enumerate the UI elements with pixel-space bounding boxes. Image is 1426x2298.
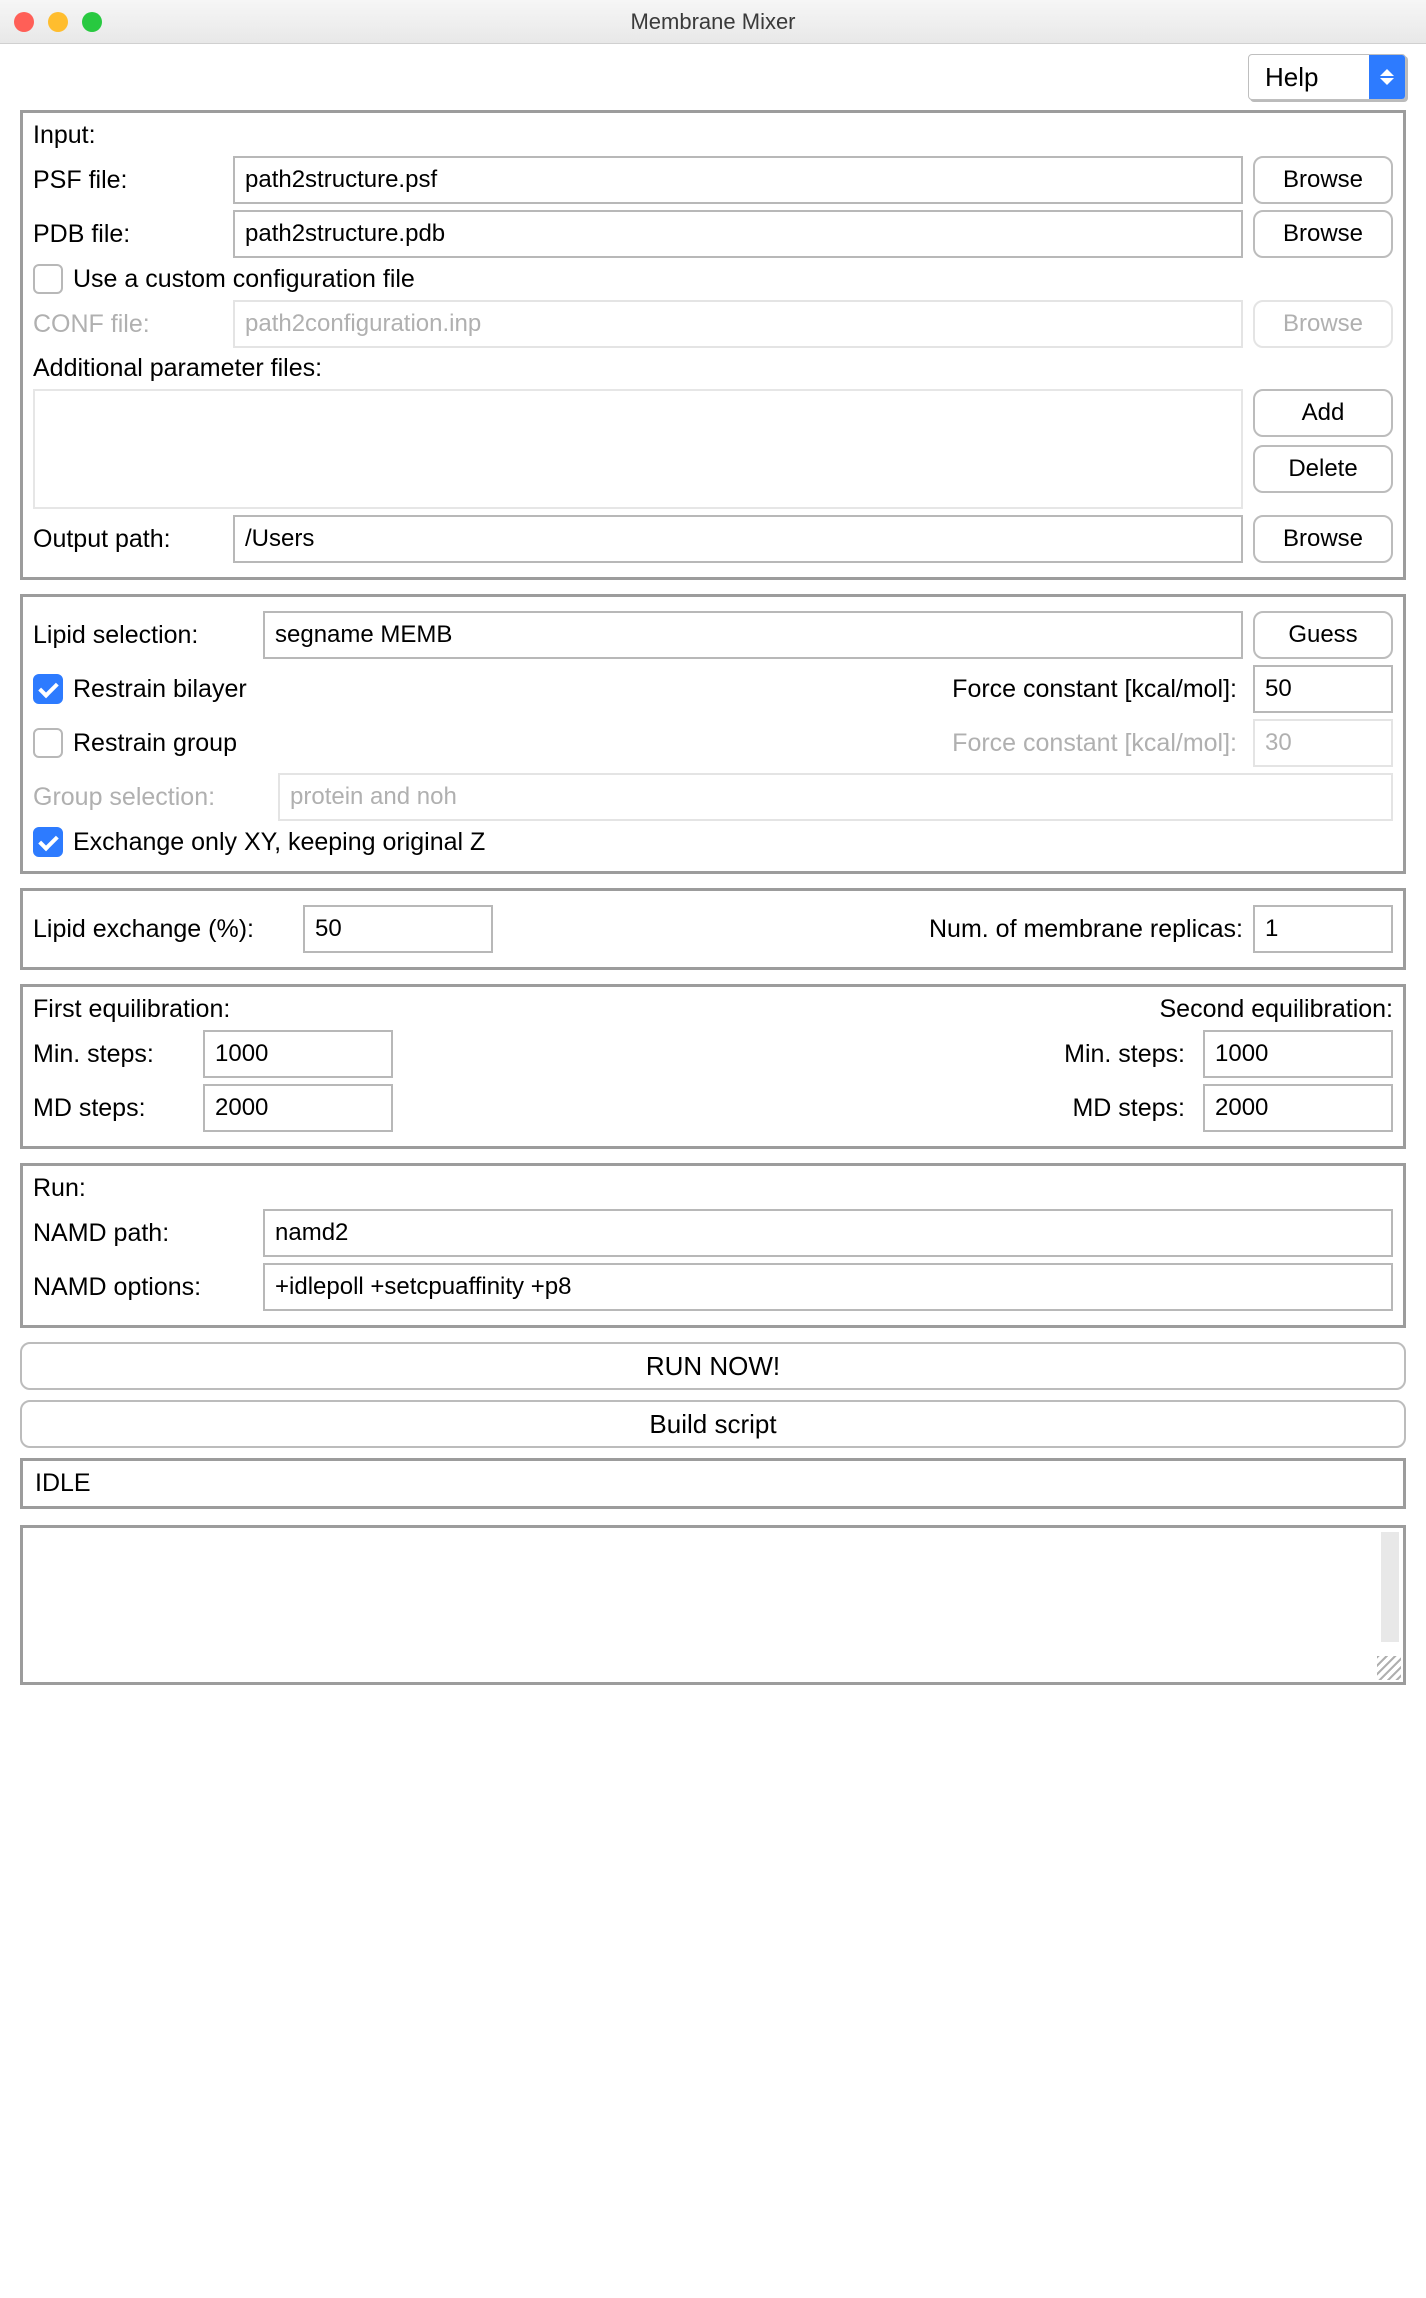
second-md-input[interactable]: [1203, 1084, 1393, 1132]
psf-browse-button[interactable]: Browse: [1253, 156, 1393, 204]
fc-bilayer-label: Force constant [kcal/mol]:: [952, 675, 1237, 704]
add-button[interactable]: Add: [1253, 389, 1393, 437]
pdb-label: PDB file:: [33, 220, 223, 249]
scrollbar-icon[interactable]: [1381, 1532, 1399, 1642]
status-text: IDLE: [35, 1469, 91, 1497]
resize-grip-icon[interactable]: [1377, 1656, 1401, 1680]
first-md-label: MD steps:: [33, 1094, 193, 1123]
zoom-icon[interactable]: [82, 12, 102, 32]
fc-group-label: Force constant [kcal/mol]:: [952, 729, 1237, 758]
replicas-label: Num. of membrane replicas:: [929, 915, 1243, 944]
group-sel-label: Group selection:: [33, 783, 268, 812]
psf-label: PSF file:: [33, 166, 223, 195]
first-md-input[interactable]: [203, 1084, 393, 1132]
minimize-icon[interactable]: [48, 12, 68, 32]
fc-group-input: [1253, 719, 1393, 767]
group-sel-input: [278, 773, 1393, 821]
output-path-label: Output path:: [33, 525, 223, 554]
input-panel: Input: PSF file: Browse PDB file: Browse…: [20, 110, 1406, 580]
lipid-exchange-input[interactable]: [303, 905, 493, 953]
chevron-updown-icon: [1369, 55, 1405, 99]
output-browse-button[interactable]: Browse: [1253, 515, 1393, 563]
restrain-group-checkbox[interactable]: [33, 728, 63, 758]
close-icon[interactable]: [14, 12, 34, 32]
build-script-button[interactable]: Build script: [20, 1400, 1406, 1448]
lipid-exchange-label: Lipid exchange (%):: [33, 915, 293, 944]
titlebar: Membrane Mixer: [0, 0, 1426, 44]
help-dropdown[interactable]: Help: [1248, 54, 1406, 100]
restrain-group-label: Restrain group: [73, 729, 237, 758]
lipid-sel-input[interactable]: [263, 611, 1243, 659]
first-min-input[interactable]: [203, 1030, 393, 1078]
conf-label: CONF file:: [33, 310, 223, 339]
namd-opts-input[interactable]: [263, 1263, 1393, 1311]
run-heading: Run:: [33, 1174, 1393, 1203]
run-now-button[interactable]: RUN NOW!: [20, 1342, 1406, 1390]
namd-path-input[interactable]: [263, 1209, 1393, 1257]
exchange-panel: Lipid exchange (%): Num. of membrane rep…: [20, 888, 1406, 970]
delete-button[interactable]: Delete: [1253, 445, 1393, 493]
second-equil-label: Second equilibration:: [733, 995, 1393, 1024]
exchange-xy-label: Exchange only XY, keeping original Z: [73, 828, 485, 857]
first-min-label: Min. steps:: [33, 1040, 193, 1069]
output-path-input[interactable]: [233, 515, 1243, 563]
restrain-bilayer-checkbox[interactable]: [33, 674, 63, 704]
exchange-xy-checkbox[interactable]: [33, 827, 63, 857]
addl-param-label: Additional parameter files:: [33, 354, 1393, 383]
window-title: Membrane Mixer: [0, 9, 1426, 35]
log-output[interactable]: [20, 1525, 1406, 1685]
conf-browse-button: Browse: [1253, 300, 1393, 348]
conf-input: [233, 300, 1243, 348]
restrain-bilayer-label: Restrain bilayer: [73, 675, 247, 704]
use-conf-label: Use a custom configuration file: [73, 265, 415, 294]
guess-button[interactable]: Guess: [1253, 611, 1393, 659]
replicas-input[interactable]: [1253, 905, 1393, 953]
second-min-label: Min. steps:: [1064, 1040, 1185, 1069]
lipid-sel-label: Lipid selection:: [33, 621, 253, 650]
use-conf-checkbox[interactable]: [33, 264, 63, 294]
input-heading: Input:: [33, 121, 1393, 150]
equil-panel: First equilibration: Min. steps: MD step…: [20, 984, 1406, 1149]
second-min-input[interactable]: [1203, 1030, 1393, 1078]
namd-opts-label: NAMD options:: [33, 1273, 253, 1302]
pdb-input[interactable]: [233, 210, 1243, 258]
run-panel: Run: NAMD path: NAMD options:: [20, 1163, 1406, 1328]
first-equil-label: First equilibration:: [33, 995, 693, 1024]
help-dropdown-label: Help: [1249, 55, 1369, 99]
fc-bilayer-input[interactable]: [1253, 665, 1393, 713]
psf-input[interactable]: [233, 156, 1243, 204]
status-panel: IDLE: [20, 1458, 1406, 1509]
addl-param-list[interactable]: [33, 389, 1243, 509]
pdb-browse-button[interactable]: Browse: [1253, 210, 1393, 258]
lipid-panel: Lipid selection: Guess Restrain bilayer …: [20, 594, 1406, 874]
namd-path-label: NAMD path:: [33, 1219, 253, 1248]
second-md-label: MD steps:: [1072, 1094, 1185, 1123]
